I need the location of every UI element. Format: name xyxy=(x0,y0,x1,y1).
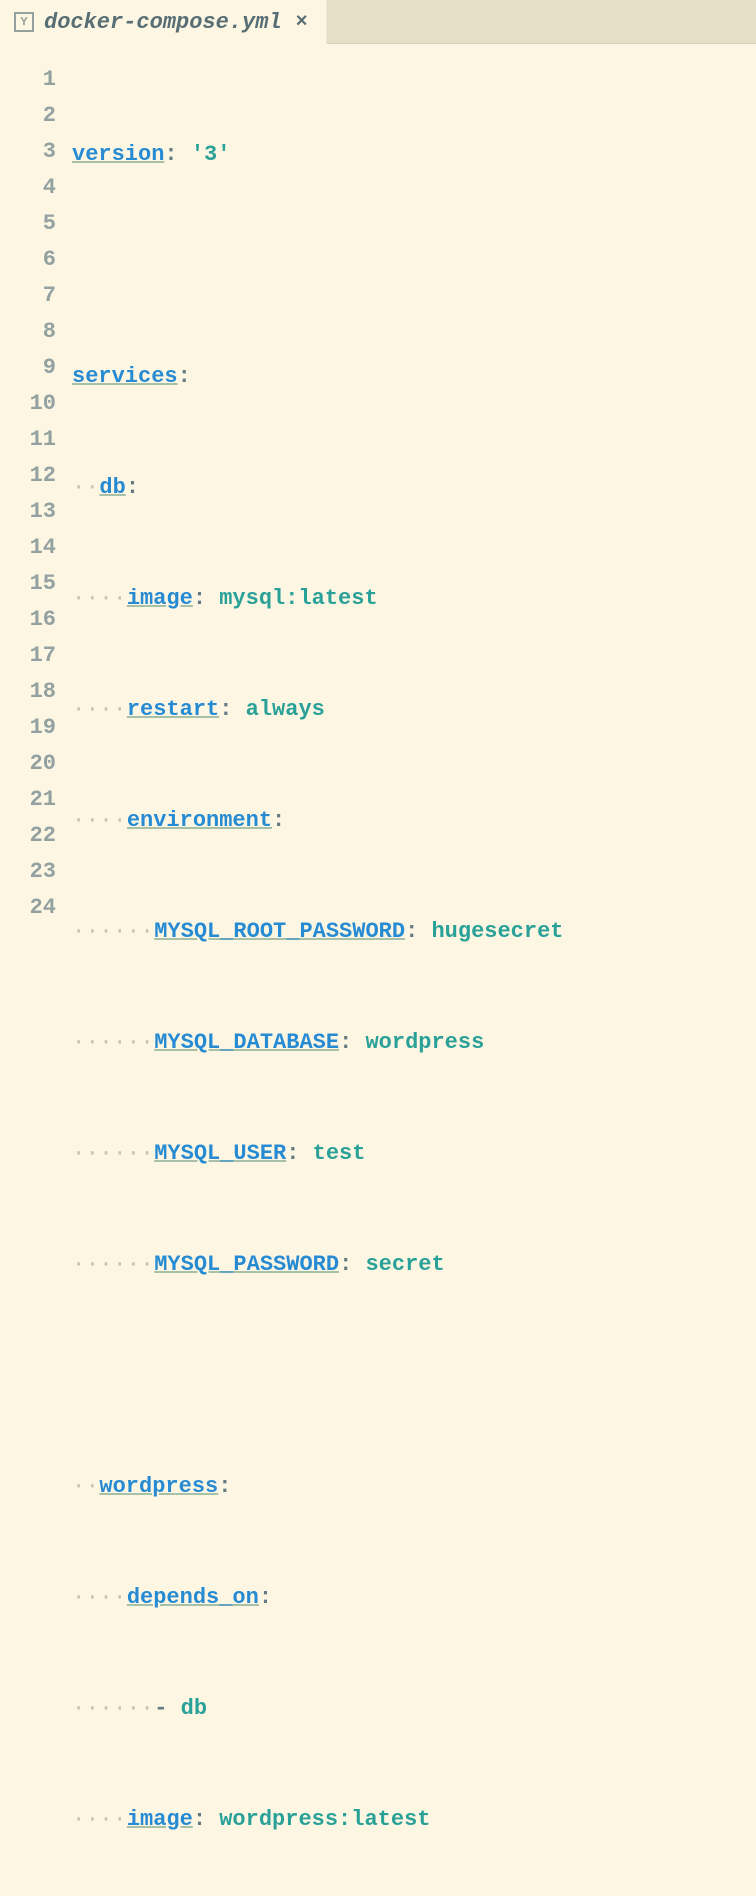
code-line[interactable] xyxy=(72,1358,756,1394)
tab-bar-spacer xyxy=(327,0,756,44)
code-line[interactable]: ··wordpress: xyxy=(72,1469,756,1505)
line-number: 4 xyxy=(0,170,56,206)
code-editor[interactable]: 123456789101112131415161718192021222324 … xyxy=(0,44,756,1896)
line-number: 1 xyxy=(0,62,56,98)
editor-tab-docker-compose[interactable]: Y docker-compose.yml × xyxy=(0,0,327,44)
line-number: 16 xyxy=(0,602,56,638)
line-number: 10 xyxy=(0,386,56,422)
code-line[interactable]: version: '3' xyxy=(72,137,756,173)
line-number: 9 xyxy=(0,350,56,386)
line-number: 20 xyxy=(0,746,56,782)
line-number: 24 xyxy=(0,890,56,926)
code-line[interactable]: ······MYSQL_USER: test xyxy=(72,1136,756,1172)
line-number: 18 xyxy=(0,674,56,710)
line-number: 5 xyxy=(0,206,56,242)
code-line[interactable]: ····environment: xyxy=(72,803,756,839)
line-number: 6 xyxy=(0,242,56,278)
line-number: 11 xyxy=(0,422,56,458)
line-number: 15 xyxy=(0,566,56,602)
line-number: 8 xyxy=(0,314,56,350)
code-line[interactable]: ····image: mysql:latest xyxy=(72,581,756,617)
yaml-file-icon: Y xyxy=(14,12,34,32)
code-content[interactable]: version: '3' services: ··db: ····image: … xyxy=(72,62,756,1896)
code-line[interactable]: ····restart: always xyxy=(72,692,756,728)
line-number: 23 xyxy=(0,854,56,890)
code-line[interactable]: ····image: wordpress:latest xyxy=(72,1802,756,1838)
line-number: 3 xyxy=(0,134,56,170)
line-number: 14 xyxy=(0,530,56,566)
line-number: 19 xyxy=(0,710,56,746)
line-number: 7 xyxy=(0,278,56,314)
line-number: 17 xyxy=(0,638,56,674)
code-line[interactable]: ····depends_on: xyxy=(72,1580,756,1616)
code-line[interactable]: services: xyxy=(72,359,756,395)
tab-bar: Y docker-compose.yml × xyxy=(0,0,756,44)
code-line[interactable]: ··db: xyxy=(72,470,756,506)
code-line[interactable]: ······MYSQL_ROOT_PASSWORD: hugesecret xyxy=(72,914,756,950)
code-line[interactable]: ······MYSQL_PASSWORD: secret xyxy=(72,1247,756,1283)
code-line[interactable] xyxy=(72,248,756,284)
line-number: 2 xyxy=(0,98,56,134)
line-number-gutter: 123456789101112131415161718192021222324 xyxy=(0,62,72,1896)
close-icon[interactable]: × xyxy=(292,11,312,34)
line-number: 13 xyxy=(0,494,56,530)
line-number: 21 xyxy=(0,782,56,818)
line-number: 22 xyxy=(0,818,56,854)
line-number: 12 xyxy=(0,458,56,494)
code-line[interactable]: ······MYSQL_DATABASE: wordpress xyxy=(72,1025,756,1061)
tab-filename: docker-compose.yml xyxy=(44,10,282,35)
code-line[interactable]: ······- db xyxy=(72,1691,756,1727)
